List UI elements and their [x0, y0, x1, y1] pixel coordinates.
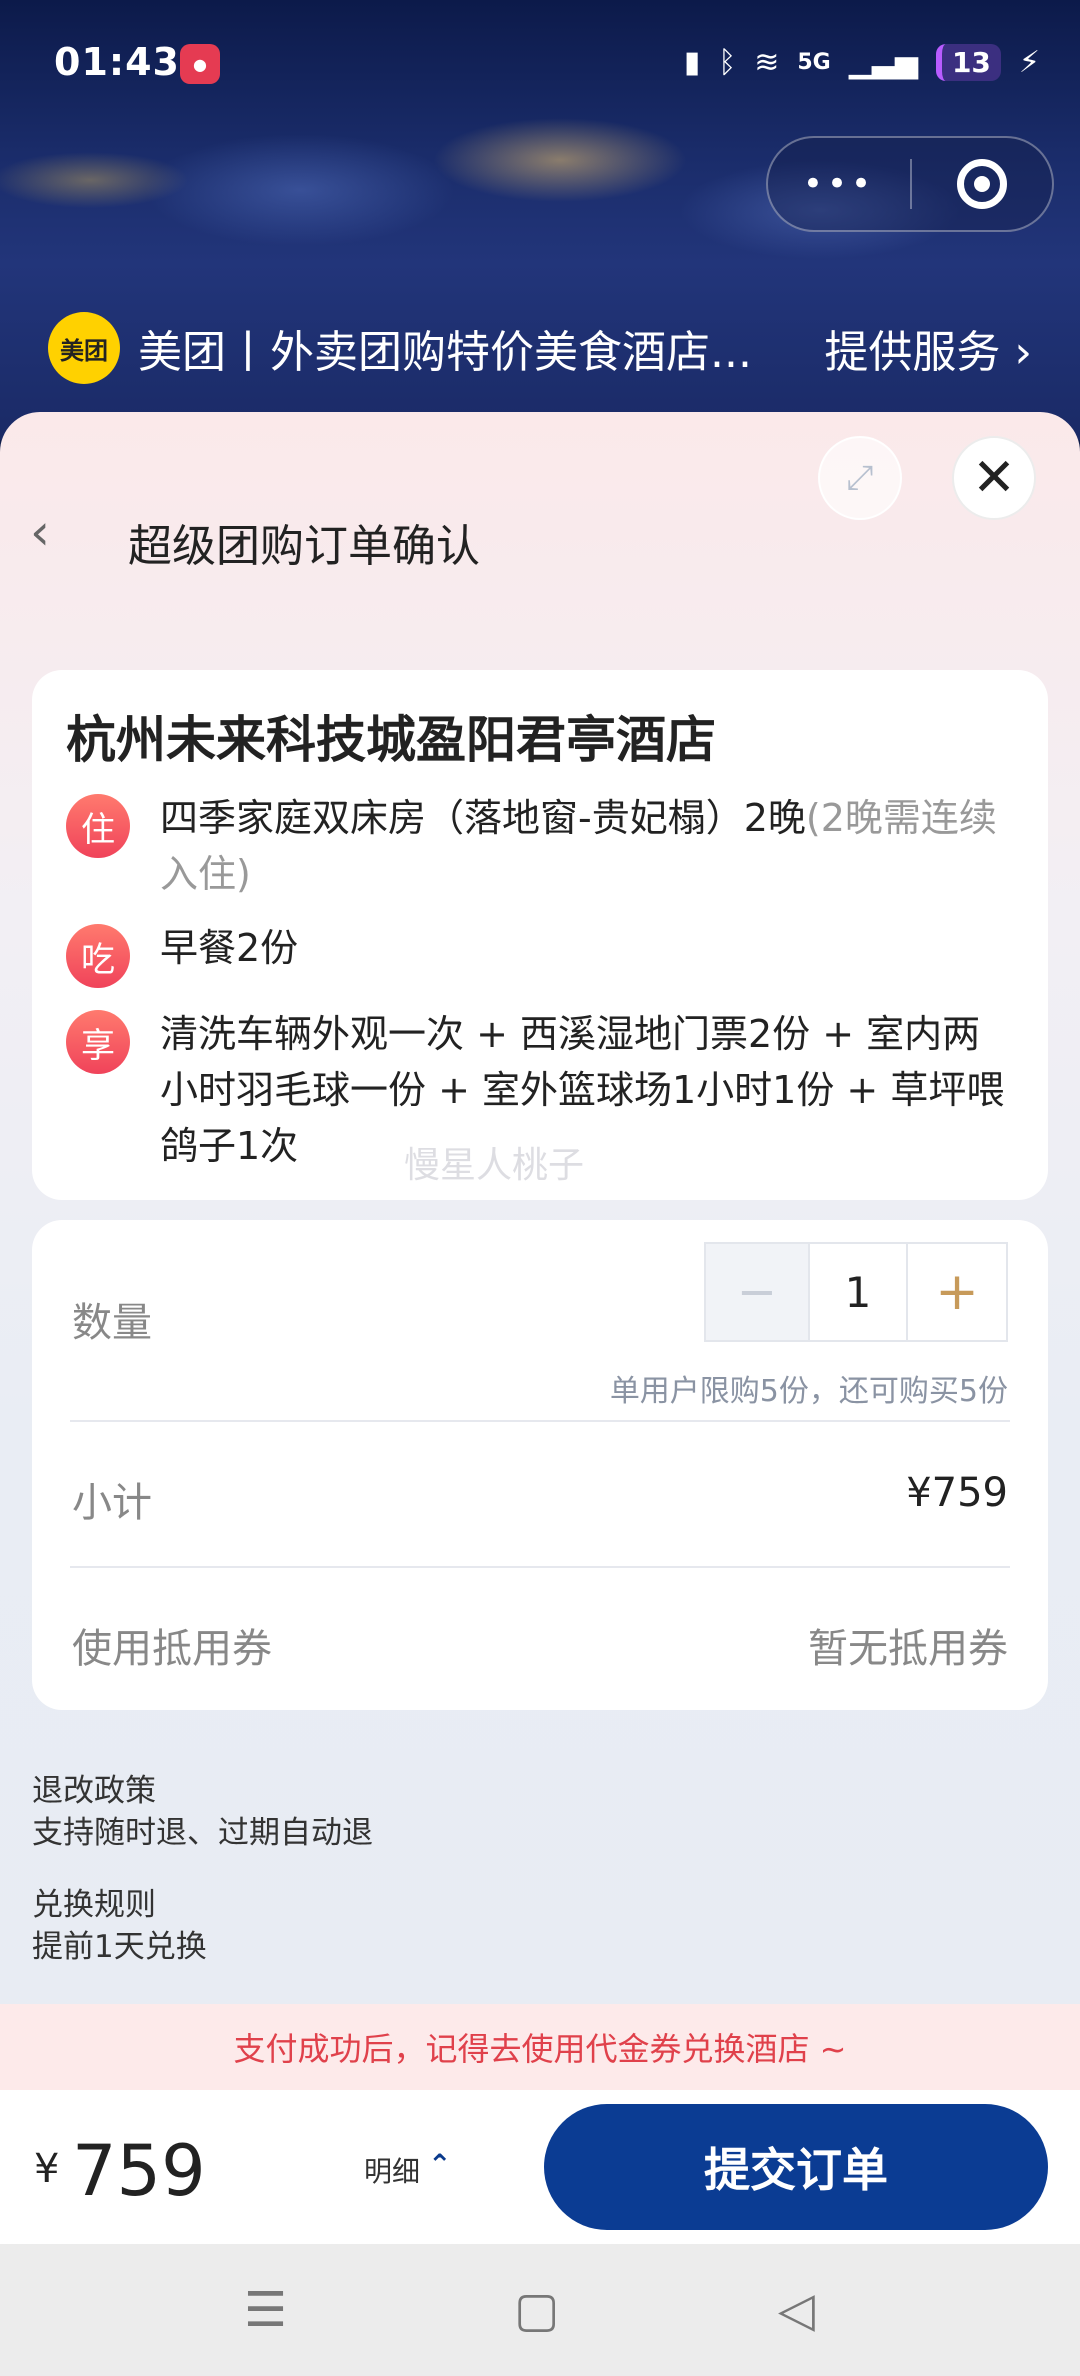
status-icons: ▮ ᛒ ≋ 5G ▁▃▅ 13 ⚡ — [684, 44, 1040, 81]
hotel-card: 杭州未来科技城盈阳君亭酒店 住 四季家庭双床房（落地窗-贵妃榻）2晚(2晚需连续… — [32, 670, 1048, 1200]
bluetooth-icon: ᛒ — [718, 45, 737, 80]
service-title: 美团丨外卖团购特价美食酒店... — [138, 327, 752, 378]
submit-order-button[interactable]: 提交订单 — [544, 2104, 1048, 2230]
quantity-stepper: − 1 + — [704, 1242, 1008, 1342]
miniapp-capsule: ••• — [766, 136, 1054, 232]
home-icon[interactable]: ▢ — [514, 2282, 559, 2338]
meal-text: 早餐2份 — [160, 926, 299, 970]
refund-policy-title: 退改政策 — [32, 1773, 156, 1809]
exchange-rule-title: 兑换规则 — [32, 1887, 156, 1923]
refund-policy: 退改政策 支持随时退、过期自动退 — [32, 1770, 373, 1854]
checkout-bar: ¥ 759 明细 ⌃ 提交订单 — [0, 2090, 1080, 2244]
network-label: 5G — [797, 50, 831, 75]
status-bar: 01:43 ● ▮ ᛒ ≋ 5G ▁▃▅ 13 ⚡ — [0, 0, 1080, 120]
charging-icon: ⚡ — [1018, 45, 1040, 80]
system-nav-bar: ☰ ▢ ◁ — [0, 2244, 1080, 2376]
coupon-label[interactable]: 使用抵用券 — [72, 1616, 272, 1674]
refund-policy-text: 支持随时退、过期自动退 — [32, 1815, 373, 1851]
price-detail-button[interactable]: 明细 — [364, 2150, 420, 2190]
quantity-label: 数量 — [72, 1300, 152, 1346]
page-title: 超级团购订单确认 — [128, 521, 480, 572]
menu-icon[interactable]: ☰ — [244, 2282, 287, 2338]
increase-button[interactable]: + — [908, 1244, 1006, 1340]
exchange-rule: 兑换规则 提前1天兑换 — [32, 1884, 207, 1968]
service-provider-row[interactable]: 美团 美团丨外卖团购特价美食酒店... 提供服务 › — [48, 310, 1032, 386]
currency-symbol: ¥ — [34, 2146, 60, 2192]
target-icon — [956, 159, 1007, 209]
signal-icon: ▁▃▅ — [848, 45, 918, 80]
order-details-card: 数量 − 1 + 单用户限购5份，还可购买5份 小计 ¥759 使用抵用券 暂无… — [32, 1220, 1048, 1710]
more-options-button[interactable]: ••• — [768, 164, 910, 204]
wifi-icon: ≋ — [754, 45, 780, 80]
expand-icon[interactable]: ⤢ — [818, 436, 902, 520]
subtotal-label: 小计 — [72, 1480, 152, 1526]
service-link[interactable]: 提供服务 › — [824, 316, 1032, 380]
package-item-meal: 吃 早餐2份 — [66, 920, 1012, 988]
chevron-up-icon[interactable]: ⌃ — [428, 2148, 451, 2181]
back-icon[interactable]: ◁ — [778, 2282, 815, 2338]
payment-notice: 支付成功后，记得去使用代金券兑换酒店 ~ — [0, 2004, 1080, 2090]
meituan-logo: 美团 — [48, 312, 120, 384]
app-notification-icon: ● — [180, 44, 220, 84]
subtotal-value: ¥759 — [906, 1470, 1008, 1516]
purchase-limit-text: 单用户限购5份，还可购买5份 — [609, 1374, 1008, 1409]
package-item-room: 住 四季家庭双床房（落地窗-贵妃榻）2晚(2晚需连续入住) — [66, 790, 1012, 902]
stay-icon: 住 — [66, 794, 130, 858]
extras-text: 清洗车辆外观一次 + 西溪湿地门票2份 + 室内两小时羽毛球一份 + 室外篮球场… — [160, 1012, 1005, 1168]
hotel-name: 杭州未来科技城盈阳君亭酒店 — [66, 711, 716, 769]
back-button[interactable]: ‹ — [30, 502, 70, 562]
total-price: 759 — [72, 2130, 206, 2212]
close-button[interactable]: ✕ — [952, 436, 1036, 520]
order-sheet: ‹ 超级团购订单确认 ⤢ ✕ 杭州未来科技城盈阳君亭酒店 住 四季家庭双床房（落… — [0, 412, 1080, 2092]
decrease-button[interactable]: − — [706, 1244, 808, 1340]
battery-level: 13 — [935, 44, 1001, 81]
close-miniapp-button[interactable] — [912, 159, 1052, 209]
vibrate-icon: ▮ — [683, 45, 701, 80]
room-text: 四季家庭双床房（落地窗-贵妃榻）2晚 — [160, 796, 806, 840]
divider — [70, 1566, 1010, 1568]
status-time: 01:43 — [54, 40, 180, 84]
exchange-rule-text: 提前1天兑换 — [32, 1929, 207, 1965]
quantity-value[interactable]: 1 — [808, 1244, 908, 1340]
enjoy-icon: 享 — [66, 1010, 130, 1074]
divider — [70, 1420, 1010, 1422]
coupon-value[interactable]: 暂无抵用券 — [808, 1616, 1008, 1674]
meal-icon: 吃 — [66, 924, 130, 988]
watermark: 慢星人桃子 — [404, 1145, 585, 1186]
